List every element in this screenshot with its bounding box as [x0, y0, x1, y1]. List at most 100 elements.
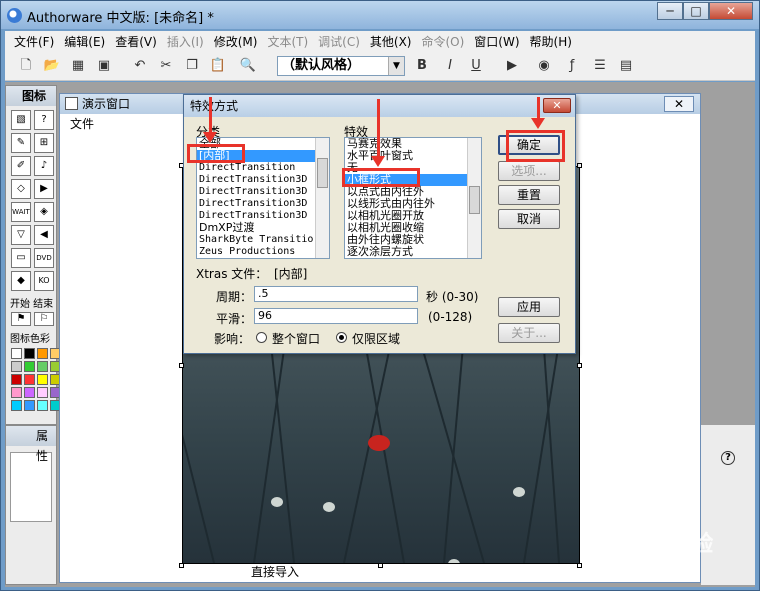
- bold-button[interactable]: B: [413, 57, 431, 75]
- effects-scroll-thumb[interactable]: [469, 186, 480, 214]
- color-swatch[interactable]: [24, 374, 35, 385]
- color-swatch[interactable]: [37, 361, 48, 372]
- radio-region-only[interactable]: [336, 332, 347, 343]
- category-item[interactable]: DirectTransition3D: [197, 198, 329, 210]
- menu-modify[interactable]: 修改(M): [209, 33, 263, 50]
- category-item[interactable]: DmXP过渡: [197, 222, 329, 234]
- menu-file[interactable]: 文件(F): [9, 33, 59, 50]
- map-icon[interactable]: ▭: [11, 248, 31, 268]
- menu-text[interactable]: 文本(T): [262, 33, 313, 50]
- selection-handle[interactable]: [378, 563, 383, 568]
- color-swatch[interactable]: [24, 400, 35, 411]
- presentation-close-icon[interactable]: ✕: [664, 96, 694, 112]
- paste-icon[interactable]: 📋: [209, 57, 227, 75]
- menu-command[interactable]: 命令(O): [416, 33, 469, 50]
- start-flag-icon[interactable]: ⚑: [11, 312, 31, 326]
- period-input[interactable]: .5: [254, 286, 418, 302]
- cancel-button[interactable]: 取消: [498, 209, 560, 229]
- smooth-input[interactable]: 96: [254, 308, 418, 324]
- control-panel-icon[interactable]: ◉: [535, 57, 553, 75]
- interaction-icon[interactable]: ▽: [11, 225, 31, 245]
- selection-handle[interactable]: [577, 163, 582, 168]
- end-flag-icon[interactable]: ⚐: [34, 312, 54, 326]
- menu-window[interactable]: 窗口(W): [469, 33, 524, 50]
- radio-region-only-label[interactable]: 仅限区域: [352, 330, 400, 347]
- minimize-button[interactable]: ─: [657, 2, 683, 20]
- menu-view[interactable]: 查看(V): [110, 33, 162, 50]
- variables-icon[interactable]: ☰: [591, 57, 609, 75]
- effects-scrollbar[interactable]: [467, 138, 481, 258]
- new-file-icon[interactable]: 🗋: [17, 57, 35, 75]
- calc-icon[interactable]: ⊞: [34, 133, 54, 153]
- radio-whole-window[interactable]: [256, 332, 267, 343]
- effect-item[interactable]: 水平百叶窗式: [345, 150, 481, 162]
- dialog-close-icon[interactable]: ✕: [543, 98, 571, 113]
- find-icon[interactable]: 🔍: [239, 57, 257, 75]
- chevron-down-icon[interactable]: ▼: [388, 57, 404, 75]
- menu-other[interactable]: 其他(X): [365, 33, 417, 50]
- category-item[interactable]: Zeus Productions: [197, 246, 329, 258]
- dvd-icon[interactable]: DVD: [34, 248, 54, 268]
- selection-handle[interactable]: [577, 563, 582, 568]
- color-swatch[interactable]: [24, 348, 35, 359]
- selection-handle[interactable]: [179, 363, 184, 368]
- selection-handle[interactable]: [179, 563, 184, 568]
- effect-item[interactable]: 逐次涂层方式: [345, 246, 481, 258]
- decision-icon[interactable]: ◇: [11, 179, 31, 199]
- color-swatch[interactable]: [37, 400, 48, 411]
- style-select[interactable]: （默认风格） ▼: [277, 56, 405, 76]
- category-item[interactable]: DirectTransition: [197, 162, 329, 174]
- color-swatch[interactable]: [37, 387, 48, 398]
- undo-icon[interactable]: ↶: [131, 57, 149, 75]
- color-swatch[interactable]: [11, 400, 22, 411]
- category-item[interactable]: SharkByte Transitio: [197, 234, 329, 246]
- navigate-icon[interactable]: ◈: [34, 202, 54, 222]
- knowledge-object-icon[interactable]: ▤: [617, 57, 635, 75]
- copy-icon[interactable]: ❐: [183, 57, 201, 75]
- italic-button[interactable]: I: [441, 57, 459, 75]
- menu-debug[interactable]: 调试(C): [313, 33, 365, 50]
- apply-button[interactable]: 应用: [498, 297, 560, 317]
- save-all-icon[interactable]: ▦: [69, 57, 87, 75]
- diamond-icon[interactable]: ◆: [11, 271, 31, 291]
- help-icon[interactable]: ?: [721, 451, 735, 465]
- category-item[interactable]: DirectTransition3D: [197, 186, 329, 198]
- category-scroll-thumb[interactable]: [317, 158, 328, 188]
- menu-help[interactable]: 帮助(H): [525, 33, 577, 50]
- cut-icon[interactable]: ✂: [157, 57, 175, 75]
- category-scrollbar[interactable]: [315, 138, 329, 258]
- movie-icon[interactable]: ▶: [34, 179, 54, 199]
- framework-icon[interactable]: ◀: [34, 225, 54, 245]
- motion-icon[interactable]: ?: [34, 110, 54, 130]
- title-bar[interactable]: Authorware 中文版: [未命名] * ─ □ ✕: [1, 1, 759, 29]
- selection-handle[interactable]: [577, 363, 582, 368]
- ko-icon[interactable]: KO: [34, 271, 54, 291]
- maximize-button[interactable]: □: [683, 2, 709, 20]
- pencil-icon[interactable]: ✐: [11, 156, 31, 176]
- menu-insert[interactable]: 插入(I): [162, 33, 209, 50]
- color-swatch[interactable]: [11, 348, 22, 359]
- erase-icon[interactable]: ✎: [11, 133, 31, 153]
- display-icon[interactable]: ▧: [11, 110, 31, 130]
- radio-whole-window-label[interactable]: 整个窗口: [272, 330, 320, 347]
- options-button[interactable]: 选项...: [498, 161, 560, 181]
- color-swatch[interactable]: [24, 387, 35, 398]
- color-swatch[interactable]: [37, 374, 48, 385]
- wait-icon[interactable]: WAIT: [11, 202, 31, 222]
- color-swatch[interactable]: [11, 374, 22, 385]
- category-item[interactable]: DirectTransition3D: [197, 174, 329, 186]
- menu-edit[interactable]: 编辑(E): [59, 33, 110, 50]
- open-folder-icon[interactable]: 📂: [43, 57, 61, 75]
- color-swatch[interactable]: [37, 348, 48, 359]
- run-icon[interactable]: ▶: [503, 57, 521, 75]
- effects-list[interactable]: 马赛克效果 水平百叶窗式 无 小框形式 以点式由内往外 以线形式由内往外 以相机…: [344, 137, 482, 259]
- import-icon[interactable]: ▣: [95, 57, 113, 75]
- color-swatch[interactable]: [11, 361, 22, 372]
- color-swatch[interactable]: [24, 361, 35, 372]
- underline-button[interactable]: U: [467, 57, 485, 75]
- reset-button[interactable]: 重置: [498, 185, 560, 205]
- sound-icon[interactable]: ♪: [34, 156, 54, 176]
- color-swatch[interactable]: [11, 387, 22, 398]
- close-button[interactable]: ✕: [709, 2, 753, 20]
- function-icon[interactable]: ƒ: [563, 57, 581, 75]
